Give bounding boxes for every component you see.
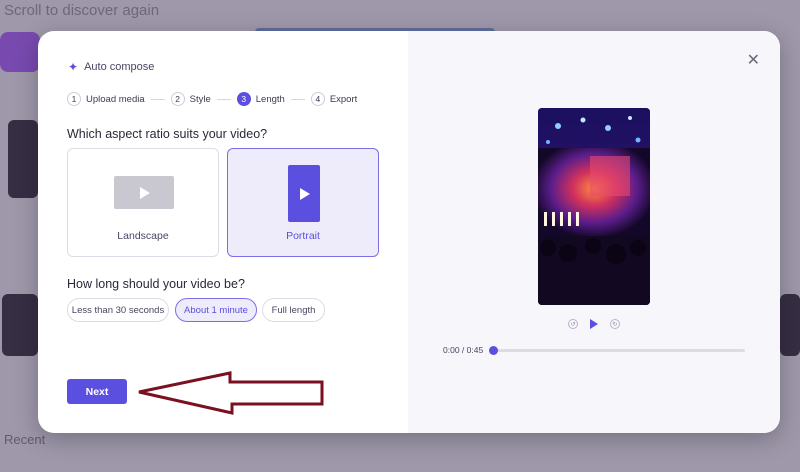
step-divider	[150, 98, 165, 100]
play-icon[interactable]	[590, 319, 598, 329]
step-number: 4	[310, 92, 325, 106]
option-label: Portrait	[286, 230, 320, 242]
length-option-1min[interactable]: About 1 minute	[175, 298, 257, 322]
playback-time: 0:00 / 0:45	[443, 345, 484, 355]
step-number: 1	[67, 92, 81, 106]
stepper: 1 Upload media 2 Style 3 Length 4 Export	[67, 92, 357, 106]
step-upload-media[interactable]: 1 Upload media	[67, 92, 145, 106]
play-icon	[300, 187, 310, 200]
step-style[interactable]: 2 Style	[170, 92, 211, 106]
step-label: Style	[189, 93, 211, 105]
step-label: Upload media	[86, 93, 145, 105]
option-label: Landscape	[117, 230, 169, 242]
step-label: Export	[329, 93, 358, 105]
step-export[interactable]: 4 Export	[310, 92, 358, 106]
step-length[interactable]: 3 Length	[236, 92, 285, 106]
auto-compose-modal: ✦ Auto compose 1 Upload media 2 Style 3 …	[38, 31, 780, 433]
settings-panel: ✦ Auto compose 1 Upload media 2 Style 3 …	[38, 31, 408, 433]
sparkle-icon: ✦	[68, 60, 79, 74]
modal-header: ✦ Auto compose	[68, 60, 154, 74]
step-label: Length	[255, 93, 285, 105]
seek-bar[interactable]	[489, 346, 745, 355]
forward-icon[interactable]: ↻	[610, 319, 620, 329]
landscape-thumbnail-icon	[114, 176, 174, 209]
aspect-ratio-question: Which aspect ratio suits your video?	[67, 127, 268, 141]
seek-handle[interactable]	[489, 346, 498, 355]
player-controls: ↺ ↻	[568, 319, 620, 329]
video-preview[interactable]	[538, 108, 650, 305]
close-icon[interactable]: ✕	[747, 50, 760, 70]
preview-panel: ✕ ↺ ↻ 0:00 / 0:45	[408, 31, 780, 433]
concert-image	[538, 108, 650, 305]
length-option-30s[interactable]: Less than 30 seconds	[67, 298, 169, 322]
next-button[interactable]: Next	[67, 379, 127, 404]
step-divider	[290, 98, 305, 100]
step-divider	[216, 98, 231, 100]
step-number: 3	[236, 92, 251, 106]
step-number: 2	[170, 92, 185, 106]
landscape-option[interactable]: Landscape	[67, 148, 219, 257]
length-question: How long should your video be?	[67, 277, 245, 291]
length-option-full[interactable]: Full length	[262, 298, 325, 322]
portrait-thumbnail-icon	[288, 165, 320, 222]
portrait-option[interactable]: Portrait	[227, 148, 379, 257]
rewind-icon[interactable]: ↺	[568, 319, 578, 329]
modal-title: Auto compose	[84, 61, 155, 73]
play-icon	[140, 186, 150, 199]
